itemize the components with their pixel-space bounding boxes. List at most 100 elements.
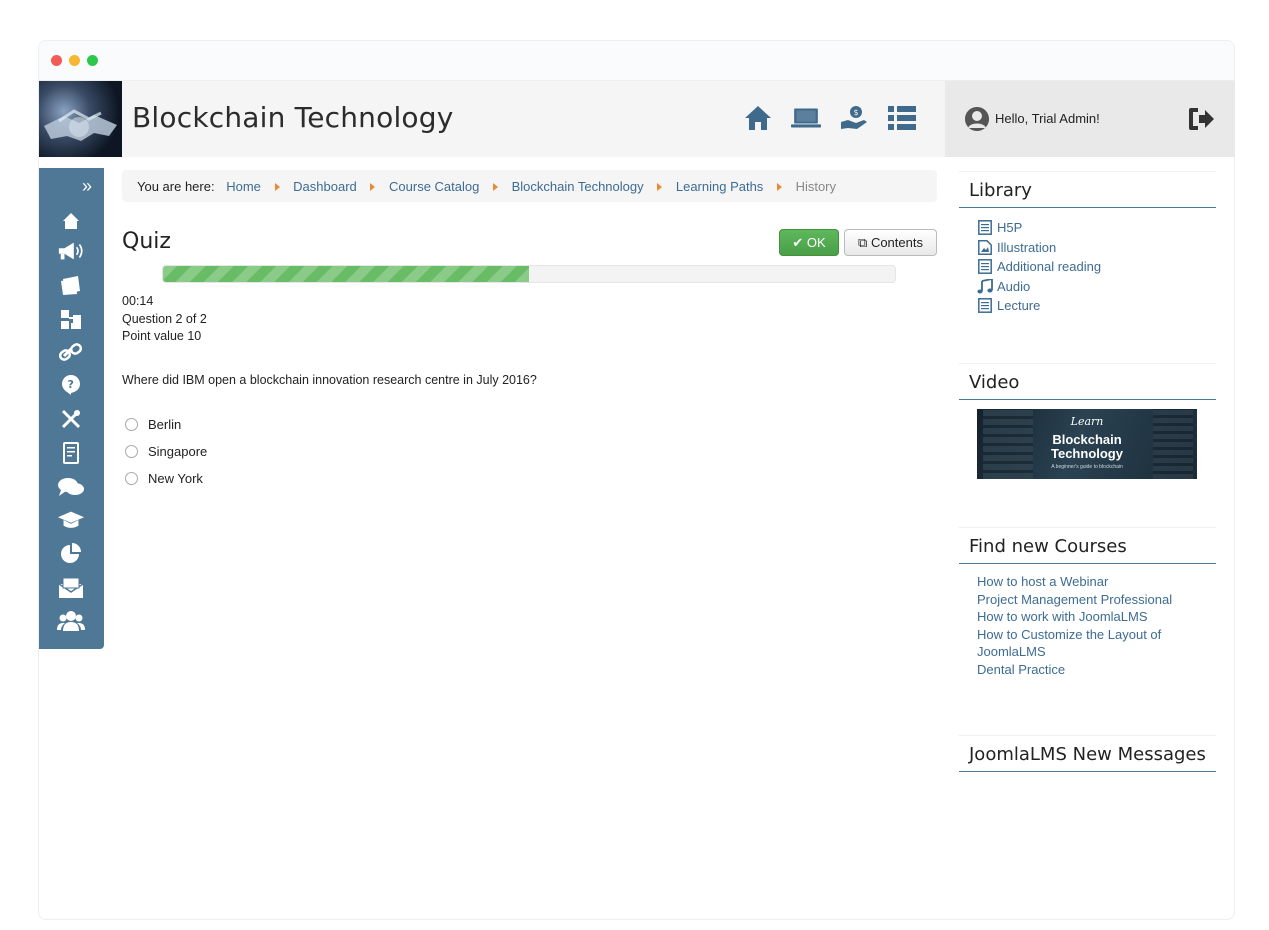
documents-icon[interactable] — [57, 272, 85, 298]
video-thumb-learn: Learn — [1070, 415, 1104, 428]
breadcrumb-label: You are here: — [137, 179, 215, 195]
breadcrumb-separator-icon — [274, 182, 280, 191]
close-window-button[interactable] — [51, 55, 62, 66]
library-item[interactable]: Additional reading — [977, 257, 1198, 277]
messages-module: JoomlaLMS New Messages — [959, 735, 1216, 772]
avatar[interactable] — [965, 107, 989, 131]
site-title: Blockchain Technology — [132, 101, 454, 134]
image-icon — [977, 239, 993, 255]
top-nav: $ — [743, 103, 917, 133]
breadcrumb: You are here: Home Dashboard Course Cata… — [122, 170, 937, 202]
sidebar-expand-button[interactable]: » — [82, 176, 92, 197]
answer-radio[interactable] — [125, 445, 138, 458]
copy-icon: ⧉ — [858, 235, 868, 250]
page-title: Quiz — [122, 229, 171, 254]
minimize-window-button[interactable] — [69, 55, 80, 66]
logout-icon[interactable] — [1187, 105, 1215, 133]
hierarchy-icon[interactable] — [57, 306, 85, 332]
course-link[interactable]: Project Management Professional — [977, 591, 1198, 609]
quiz-progress-fill — [163, 266, 529, 282]
user-greeting: Hello, Trial Admin! — [995, 111, 1100, 126]
library-module: Library H5P Illustration Additional read… — [959, 171, 1216, 326]
question-text: Where did IBM open a blockchain innovati… — [122, 373, 537, 387]
breadcrumb-course-catalog[interactable]: Course Catalog — [389, 179, 479, 194]
sidebar-home-icon[interactable] — [57, 208, 85, 234]
video-thumb-title-line: Technology — [1051, 446, 1123, 461]
tools-icon[interactable] — [57, 406, 85, 432]
link-icon[interactable] — [57, 339, 85, 365]
breadcrumb-separator-icon — [492, 182, 498, 191]
user-bar: Hello, Trial Admin! — [945, 81, 1235, 157]
megaphone-icon[interactable] — [57, 238, 85, 264]
library-title: Library — [959, 171, 1216, 208]
library-item-label: Lecture — [997, 298, 1041, 313]
video-module: Video Learn Blockchain Technology A begi… — [959, 363, 1216, 488]
breadcrumb-current: History — [795, 179, 837, 195]
svg-text:$: $ — [854, 108, 859, 117]
video-thumbnail[interactable]: Learn Blockchain Technology A beginner's… — [977, 409, 1197, 479]
breadcrumb-home[interactable]: Home — [226, 179, 261, 194]
ok-button[interactable]: ✔ OK — [779, 229, 839, 256]
video-thumb-title: Blockchain Technology — [977, 433, 1197, 461]
question-counter: Question 2 of 2 — [122, 311, 207, 326]
list-icon[interactable] — [887, 103, 917, 133]
maximize-window-button[interactable] — [87, 55, 98, 66]
graduation-icon[interactable] — [57, 507, 85, 533]
question-icon[interactable]: ? — [57, 372, 85, 398]
library-item-label: Additional reading — [997, 259, 1102, 274]
document-icon — [977, 259, 993, 275]
laptop-icon[interactable] — [791, 103, 821, 133]
answer-label: Berlin — [148, 417, 182, 432]
site-header: Blockchain Technology $ — [39, 81, 945, 157]
answer-option[interactable]: Berlin — [125, 411, 207, 438]
course-link[interactable]: Dental Practice — [977, 661, 1198, 679]
document-icon[interactable] — [57, 440, 85, 466]
quiz-meta: 00:14 Question 2 of 2 Point value 10 — [122, 293, 207, 346]
answer-list: Berlin Singapore New York — [125, 411, 207, 492]
svg-text:?: ? — [68, 378, 74, 391]
chat-icon[interactable] — [57, 474, 85, 500]
point-value: Point value 10 — [122, 329, 202, 343]
messages-title: JoomlaLMS New Messages — [959, 735, 1216, 772]
pie-chart-icon[interactable] — [57, 541, 85, 567]
find-courses-module: Find new Courses How to host a Webinar P… — [959, 527, 1216, 687]
course-link[interactable]: How to host a Webinar — [977, 573, 1198, 591]
course-link[interactable]: How to work with JoomlaLMS — [977, 608, 1198, 626]
ok-button-label: OK — [806, 235, 826, 250]
sidebar: » ? — [39, 168, 104, 649]
money-hand-icon[interactable]: $ — [839, 103, 869, 133]
library-item[interactable]: H5P — [977, 218, 1198, 238]
answer-label: Singapore — [148, 444, 208, 459]
contents-button[interactable]: ⧉ Contents — [844, 229, 937, 256]
video-title: Video — [959, 363, 1216, 400]
library-item[interactable]: Lecture — [977, 296, 1198, 316]
breadcrumb-course[interactable]: Blockchain Technology — [512, 179, 644, 194]
library-list: H5P Illustration Additional reading Audi… — [959, 208, 1216, 326]
breadcrumb-separator-icon — [776, 182, 782, 191]
mail-icon[interactable] — [57, 575, 85, 601]
breadcrumb-learning-paths[interactable]: Learning Paths — [676, 179, 763, 194]
answer-option[interactable]: New York — [125, 465, 207, 492]
answer-option[interactable]: Singapore — [125, 438, 207, 465]
breadcrumb-separator-icon — [657, 182, 663, 191]
document-icon — [977, 298, 993, 314]
quiz-progress-bar — [162, 265, 896, 283]
check-icon: ✔ — [792, 235, 804, 250]
handshake-logo-icon — [44, 109, 117, 141]
library-item[interactable]: Audio — [977, 277, 1198, 297]
document-icon — [977, 220, 993, 236]
find-courses-list: How to host a Webinar Project Management… — [959, 564, 1216, 687]
answer-radio[interactable] — [125, 418, 138, 431]
music-icon — [977, 278, 993, 294]
quiz-timer: 00:14 — [122, 294, 154, 308]
course-link[interactable]: How to Customize the Layout of JoomlaLMS — [977, 626, 1177, 661]
users-icon[interactable] — [57, 608, 85, 634]
library-item-label: H5P — [997, 220, 1023, 235]
home-icon[interactable] — [743, 103, 773, 133]
library-item-label: Audio — [997, 278, 1031, 294]
breadcrumb-dashboard[interactable]: Dashboard — [293, 179, 357, 194]
site-logo[interactable] — [39, 81, 122, 157]
answer-label: New York — [148, 471, 203, 486]
answer-radio[interactable] — [125, 472, 138, 485]
library-item[interactable]: Illustration — [977, 238, 1198, 258]
